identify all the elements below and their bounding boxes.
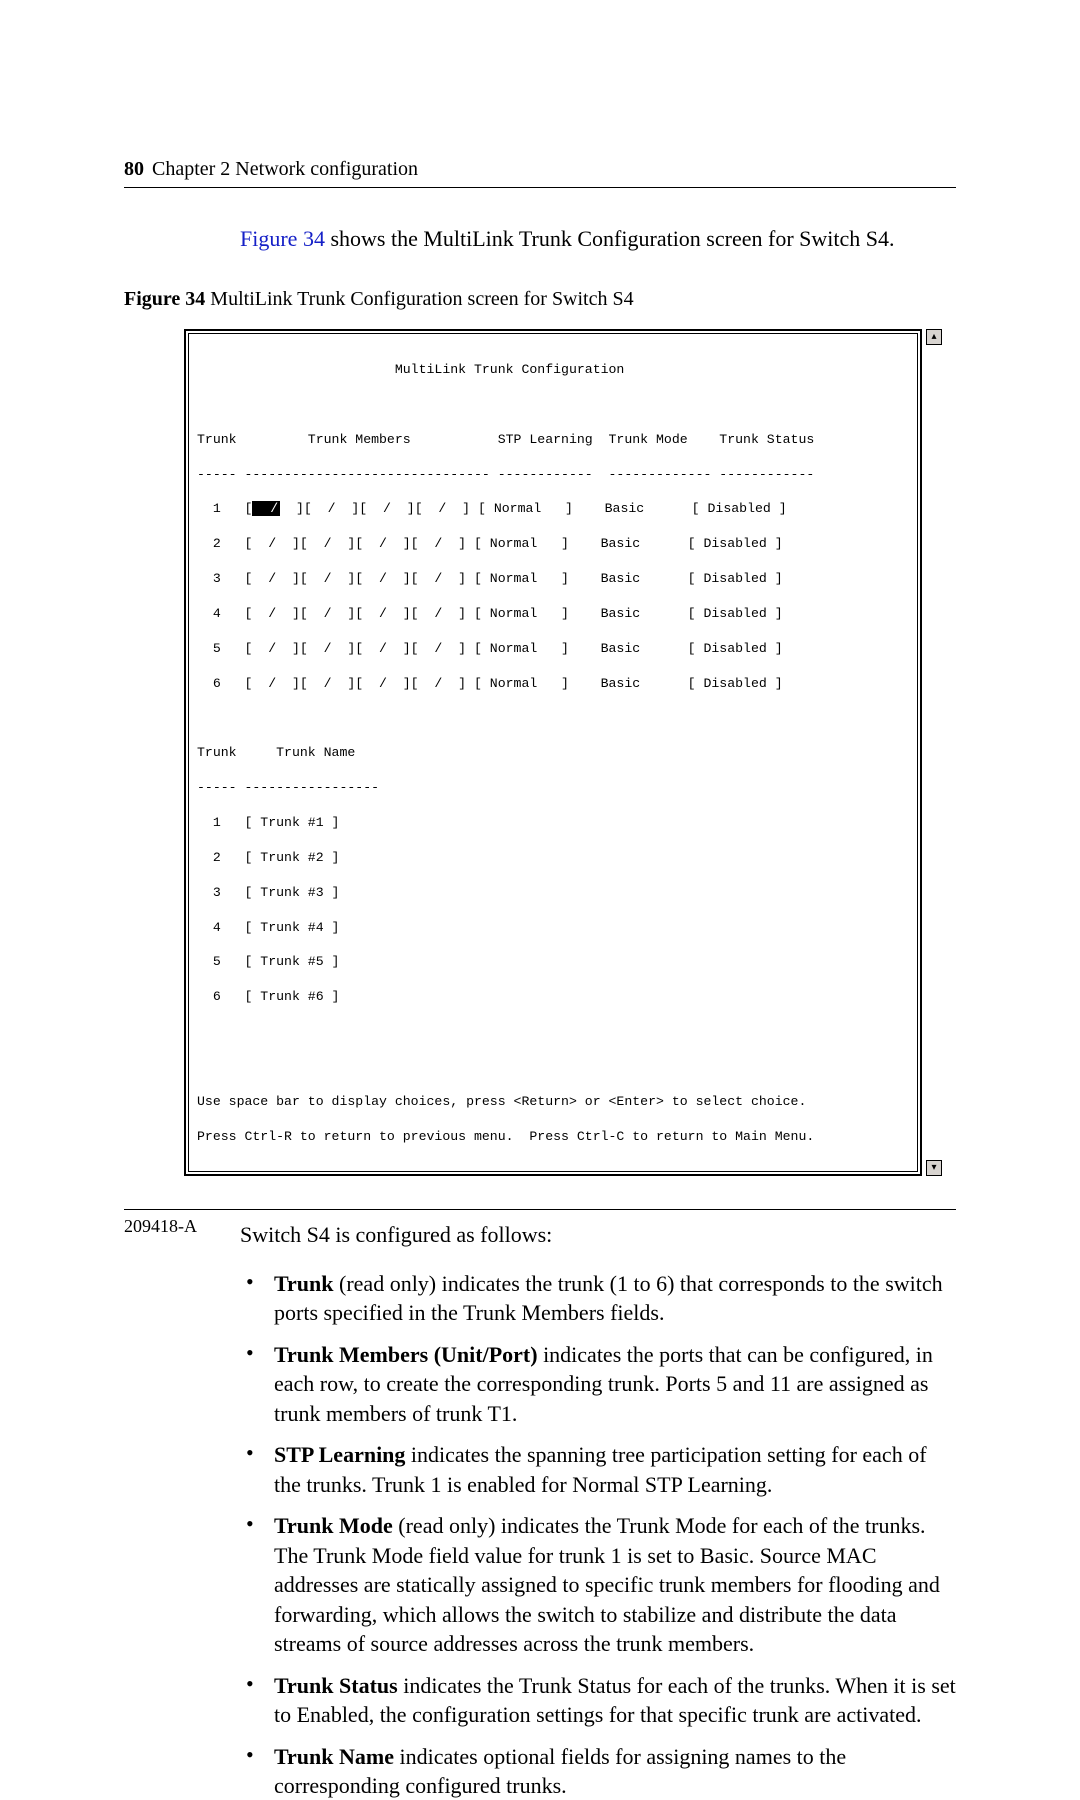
table-row: 4 [ / ][ / ][ / ][ / ] [ Normal ] Basic … (197, 605, 909, 622)
terminal-figure: MultiLink Trunk Configuration Trunk Trun… (184, 329, 944, 1176)
terminal-blank (197, 710, 909, 727)
terminal-column-headers: Trunk Trunk Members STP Learning Trunk M… (197, 431, 909, 448)
term: Trunk Status (274, 1673, 398, 1698)
chapter-title: Chapter 2 Network configuration (152, 158, 418, 181)
list-item: 4 [ Trunk #4 ] (197, 919, 909, 936)
terminal-content: MultiLink Trunk Configuration Trunk Trun… (197, 344, 909, 1163)
list-item: Trunk Status indicates the Trunk Status … (240, 1671, 956, 1730)
figure-number: Figure 34 (124, 288, 205, 310)
list-item: 2 [ Trunk #2 ] (197, 849, 909, 866)
terminal-rule: ----- ----------------- (197, 779, 909, 796)
terminal-inner-frame: MultiLink Trunk Configuration Trunk Trun… (188, 333, 918, 1172)
help-line: Use space bar to display choices, press … (197, 1093, 909, 1110)
terminal-blank (197, 1058, 909, 1075)
figure-crossref-link[interactable]: Figure 34 (240, 226, 325, 251)
list-item: 5 [ Trunk #5 ] (197, 953, 909, 970)
list-item: 3 [ Trunk #3 ] (197, 884, 909, 901)
list-item: STP Learning indicates the spanning tree… (240, 1440, 956, 1499)
scroll-down-icon[interactable]: ▾ (926, 1160, 942, 1176)
list-item: 6 [ Trunk #6 ] (197, 988, 909, 1005)
terminal-blank (197, 1023, 909, 1040)
list-item: Trunk (read only) indicates the trunk (1… (240, 1269, 956, 1328)
scroll-up-icon[interactable]: ▴ (926, 329, 942, 345)
table-row: 3 [ / ][ / ][ / ][ / ] [ Normal ] Basic … (197, 570, 909, 587)
table-row: 6 [ / ][ / ][ / ][ / ] [ Normal ] Basic … (197, 675, 909, 692)
document-id: 209418-A (124, 1216, 197, 1236)
list-item: Trunk Members (Unit/Port) indicates the … (240, 1340, 956, 1428)
list-item: Trunk Mode (read only) indicates the Tru… (240, 1511, 956, 1658)
list-item: 1 [ Trunk #1 ] (197, 814, 909, 831)
figure-title: MultiLink Trunk Configuration screen for… (205, 288, 633, 310)
table-row: 2 [ / ][ / ][ / ][ / ] [ Normal ] Basic … (197, 535, 909, 552)
table-row: 1 [ / ][ / ][ / ][ / ] [ Normal ] Basic … (197, 500, 909, 517)
terminal-title: MultiLink Trunk Configuration (197, 361, 909, 378)
page-number: 80 (124, 158, 144, 181)
help-line: Press Ctrl-R to return to previous menu.… (197, 1128, 909, 1145)
term: Trunk Members (Unit/Port) (274, 1342, 538, 1367)
term: Trunk Mode (274, 1513, 393, 1538)
scrollbar[interactable]: ▴ ▾ (924, 329, 944, 1176)
term: Trunk Name (274, 1744, 394, 1769)
terminal-blank (197, 396, 909, 413)
term: Trunk (274, 1271, 334, 1296)
definition: (read only) indicates the trunk (1 to 6)… (274, 1271, 943, 1325)
terminal-outer-frame: MultiLink Trunk Configuration Trunk Trun… (184, 329, 922, 1176)
body-section: Switch S4 is configured as follows: Trun… (240, 1220, 956, 1800)
terminal-rule: ----- ------------------------------- --… (197, 466, 909, 483)
table-row: 5 [ / ][ / ][ / ][ / ] [ Normal ] Basic … (197, 640, 909, 657)
figure-caption: Figure 34 MultiLink Trunk Configuration … (124, 288, 956, 311)
page-footer: 209418-A (124, 1209, 956, 1237)
list-item: Trunk Name indicates optional fields for… (240, 1742, 956, 1800)
intro-paragraph: Figure 34 shows the MultiLink Trunk Conf… (240, 224, 956, 254)
cursor-selection[interactable]: / (252, 501, 280, 516)
term: STP Learning (274, 1442, 405, 1467)
intro-rest: shows the MultiLink Trunk Configuration … (325, 226, 895, 251)
page-header: 80 Chapter 2 Network configuration (124, 158, 956, 188)
trunk-name-header: Trunk Trunk Name (197, 744, 909, 761)
bullet-list: Trunk (read only) indicates the trunk (1… (240, 1269, 956, 1800)
